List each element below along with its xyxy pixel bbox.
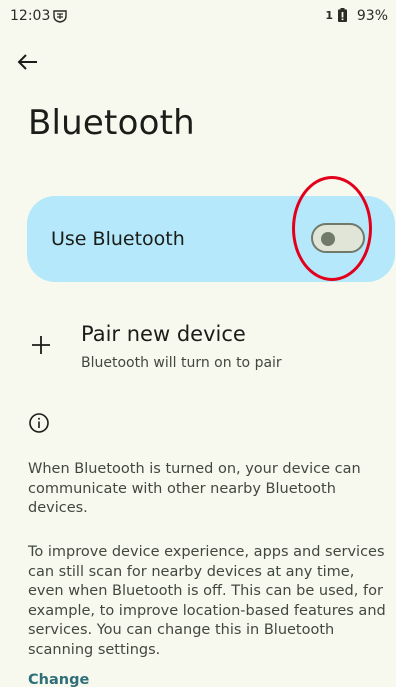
pair-new-device-subtitle: Bluetooth will turn on to pair	[81, 355, 282, 371]
plus-icon	[32, 336, 50, 354]
footer-description: When Bluetooth is turned on, your device…	[28, 461, 361, 516]
battery-percent: 93%	[356, 8, 388, 24]
vpn-key-icon	[53, 10, 67, 23]
back-arrow-icon[interactable]	[12, 46, 44, 78]
status-bar: 12:03 1 93%	[0, 0, 396, 28]
battery-icon	[338, 8, 347, 22]
change-scanning-link[interactable]: Change	[28, 672, 89, 687]
footer-scanning-description: To improve device experience, apps and s…	[28, 544, 386, 658]
page-title: Bluetooth	[28, 103, 195, 143]
bluetooth-switch[interactable]	[311, 223, 365, 253]
info-icon	[29, 413, 49, 433]
sim-indicator: 1	[325, 9, 333, 22]
pair-new-device-item[interactable]: Pair new device Bluetooth will turn on t…	[0, 314, 396, 376]
status-time: 12:03	[10, 8, 51, 24]
pair-new-device-title: Pair new device	[81, 322, 246, 346]
switch-thumb	[321, 232, 335, 246]
bluetooth-settings-screen: 12:03 1 93% Bluetooth Use Bluetooth Pair…	[0, 0, 396, 687]
use-bluetooth-label: Use Bluetooth	[51, 228, 185, 250]
use-bluetooth-toggle-card[interactable]: Use Bluetooth	[27, 196, 395, 282]
